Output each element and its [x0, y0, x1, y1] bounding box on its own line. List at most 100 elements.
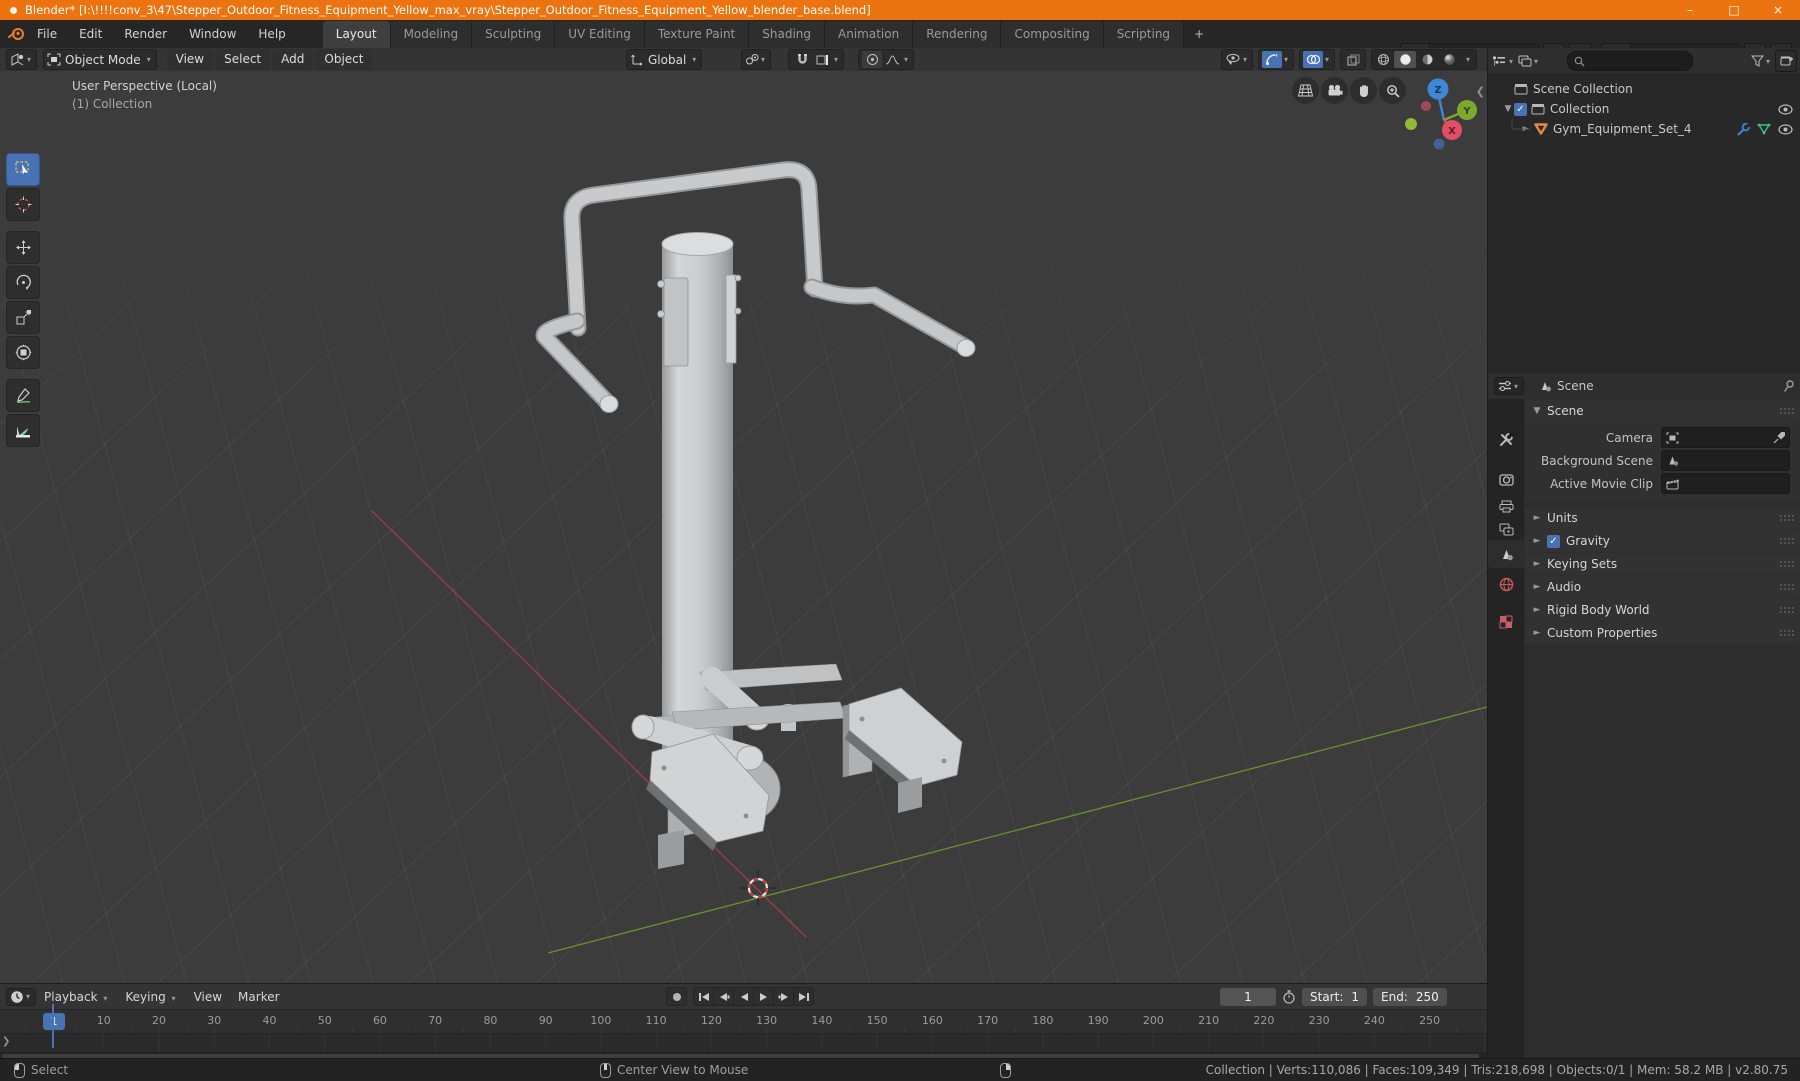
outliner-filter[interactable]: ▾ [1750, 55, 1772, 67]
tab-sculpting[interactable]: Sculpting [472, 21, 556, 48]
current-frame-indicator[interactable]: 1 [43, 1013, 65, 1030]
rotate-tool[interactable] [6, 266, 40, 299]
tab-tool[interactable] [1488, 425, 1524, 453]
tab-animation[interactable]: Animation [825, 21, 914, 48]
3d-cursor[interactable] [740, 870, 776, 906]
stopwatch-icon[interactable] [1282, 989, 1296, 1004]
timeline-ruler[interactable]: 1 10 20 30 40 50 60 70 80 90 100 110 120 130 140 150 16… [0, 1010, 1487, 1034]
pan-view-button[interactable] [1350, 77, 1377, 104]
jump-to-start-button[interactable] [694, 988, 714, 1005]
rigid-body-world-panel-header[interactable]: ► Rigid Body World [1525, 599, 1800, 621]
shading-wireframe-button[interactable] [1372, 51, 1394, 68]
view-menu[interactable]: View [166, 49, 214, 70]
show-gizmos-toggle[interactable] [1261, 51, 1282, 68]
drag-handle-icon[interactable] [1779, 629, 1794, 637]
cursor-tool[interactable] [6, 188, 40, 221]
tab-uv-editing[interactable]: UV Editing [555, 21, 645, 48]
view-menu-timeline[interactable]: View [186, 990, 230, 1004]
scene-panel-header[interactable]: ▼ Scene [1525, 400, 1800, 422]
select-menu[interactable]: Select [215, 49, 271, 70]
tab-world[interactable] [1488, 570, 1524, 598]
close-button[interactable]: × [1756, 0, 1800, 20]
snap-target-selector[interactable] [812, 51, 832, 68]
auto-keying-button[interactable] [666, 987, 687, 1006]
units-panel-header[interactable]: ► Units [1525, 507, 1800, 529]
object-menu[interactable]: Object [315, 49, 373, 70]
eye-icon[interactable] [1778, 123, 1793, 135]
add-workspace-button[interactable]: + [1184, 21, 1214, 48]
snap-toggle[interactable] [792, 51, 812, 68]
tab-scripting[interactable]: Scripting [1103, 21, 1185, 48]
drag-handle-icon[interactable] [1779, 560, 1794, 568]
tab-compositing[interactable]: Compositing [1001, 21, 1104, 48]
tab-modeling[interactable]: Modeling [390, 21, 473, 48]
object-type-visibility[interactable]: ▾ [1220, 49, 1253, 70]
shading-rendered-button[interactable] [1438, 51, 1460, 68]
tab-view-layer[interactable] [1488, 515, 1524, 543]
orthographic-view-button[interactable] [1292, 77, 1319, 104]
current-frame-field[interactable]: 1 [1220, 987, 1276, 1006]
measure-tool[interactable] [6, 414, 40, 447]
outliner-item-label[interactable]: Scene Collection [1533, 82, 1633, 96]
drag-handle-icon[interactable] [1779, 407, 1794, 415]
disclosure-triangle[interactable]: ▼ [1502, 104, 1514, 114]
properties-editor-type[interactable]: ▾ [1494, 377, 1525, 395]
tab-texture-paint[interactable]: Texture Paint [644, 21, 750, 48]
shading-solid-button[interactable] [1394, 51, 1416, 68]
sidebar-collapse-chevron[interactable]: ❮ [1476, 85, 1485, 98]
playhead[interactable] [52, 1004, 54, 1048]
drag-handle-icon[interactable] [1779, 606, 1794, 614]
editor-type-selector[interactable]: ▾ [6, 49, 38, 70]
move-tool[interactable] [6, 231, 40, 264]
playback-menu[interactable]: Playback ▾ [36, 990, 117, 1004]
outliner-item-label[interactable]: Collection [1550, 102, 1609, 116]
pivot-point-selector[interactable]: ▾ [741, 49, 772, 70]
tab-layout[interactable]: Layout [322, 21, 391, 48]
outliner-row-collection[interactable]: ▼ ✓ Collection [1488, 99, 1800, 119]
gravity-checkbox[interactable]: ✓ [1547, 534, 1560, 548]
outliner-display-mode[interactable]: ▾ [1492, 55, 1515, 68]
outliner-row-gym-equipment[interactable]: ► Gym_Equipment_Set_4 [1488, 119, 1800, 139]
outliner-search[interactable] [1567, 51, 1694, 71]
end-frame-field[interactable]: End: 250 [1373, 987, 1447, 1006]
menu-edit[interactable]: Edit [68, 21, 113, 48]
eye-icon[interactable] [1778, 103, 1793, 115]
menu-help[interactable]: Help [247, 21, 296, 48]
timeline-tracks[interactable]: ❯ [0, 1034, 1487, 1052]
transform-tool[interactable] [6, 336, 40, 369]
navigation-gizmo[interactable]: Z Y X [1398, 73, 1487, 165]
marker-menu[interactable]: Marker [230, 990, 287, 1004]
drag-handle-icon[interactable] [1779, 537, 1794, 545]
pin-icon[interactable] [1783, 379, 1795, 393]
transform-orientation-selector[interactable]: Global ▾ [626, 49, 703, 70]
new-collection-button[interactable] [1775, 50, 1797, 72]
menu-file[interactable]: File [26, 21, 68, 48]
minimize-button[interactable]: – [1668, 0, 1712, 20]
outliner-row-scene-collection[interactable]: Scene Collection [1488, 79, 1800, 99]
proportional-editing-toggle[interactable] [862, 51, 882, 68]
play-button[interactable] [754, 988, 774, 1005]
select-box-tool[interactable] [6, 153, 40, 186]
outliner-filter-display[interactable]: ▾ [1518, 55, 1540, 67]
collection-checkbox[interactable]: ✓ [1514, 102, 1527, 116]
jump-to-prev-keyframe-button[interactable] [714, 988, 734, 1005]
play-reverse-button[interactable] [734, 988, 754, 1005]
camera-field[interactable] [1661, 427, 1790, 448]
menu-render[interactable]: Render [113, 21, 178, 48]
add-menu[interactable]: Add [272, 49, 314, 70]
tab-texture[interactable] [1488, 608, 1524, 636]
search-input[interactable] [1585, 53, 1670, 69]
3d-viewport[interactable]: User Perspective (Local) (1) Collection … [0, 71, 1487, 983]
region-expand-chevron[interactable]: ❯ [2, 1036, 10, 1047]
proportional-falloff-selector[interactable] [882, 51, 902, 68]
tab-shading[interactable]: Shading [749, 21, 825, 48]
tab-render[interactable] [1488, 465, 1524, 493]
drag-handle-icon[interactable] [1779, 514, 1794, 522]
menu-window[interactable]: Window [178, 21, 247, 48]
mode-selector[interactable]: Object Mode ▾ [43, 49, 157, 70]
outliner-item-label[interactable]: Gym_Equipment_Set_4 [1553, 122, 1692, 136]
jump-to-end-button[interactable] [794, 988, 813, 1005]
timeline-editor-type[interactable]: ▾ [6, 987, 37, 1006]
background-scene-field[interactable] [1661, 450, 1790, 471]
custom-properties-panel-header[interactable]: ► Custom Properties [1525, 622, 1800, 644]
